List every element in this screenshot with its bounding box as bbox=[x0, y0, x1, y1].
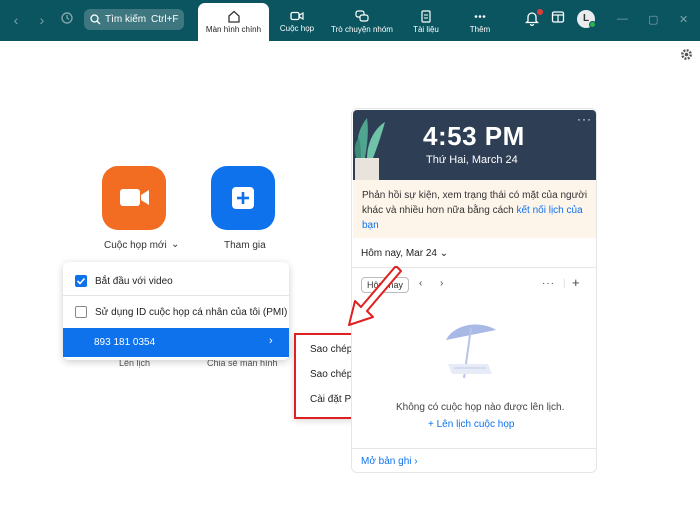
new-meeting-dropdown: Bắt đầu với video Sử dụng ID cuộc họp cá… bbox=[63, 262, 289, 360]
chevron-down-icon[interactable]: ⌄ bbox=[171, 239, 179, 250]
today-date-label[interactable]: Hôm nay, Mar 24 ⌄ bbox=[361, 248, 448, 259]
chevron-right-icon: › bbox=[414, 456, 418, 467]
search-icon bbox=[90, 14, 101, 25]
open-recordings-text: Mở bản ghi bbox=[361, 456, 412, 467]
schedule-meeting-text: Lên lịch cuộc họp bbox=[436, 419, 515, 430]
red-arrow-annotation-icon bbox=[348, 266, 402, 326]
tab-more-label: Thêm bbox=[469, 25, 491, 34]
empty-state-text: Không có cuộc họp nào được lên lịch. bbox=[396, 402, 565, 413]
tab-docs[interactable]: Tài liệu bbox=[405, 3, 447, 41]
pmi-number: 893 181 0354 bbox=[94, 337, 156, 348]
new-meeting-label: Cuộc họp mới bbox=[104, 240, 167, 251]
more-dots-icon[interactable]: ··· bbox=[542, 278, 555, 289]
calendar-notice: Phản hồi sự kiện, xem trạng thái có mặt … bbox=[353, 180, 596, 238]
presence-status-dot bbox=[589, 21, 596, 28]
schedule-meeting-link[interactable]: + Lên lịch cuộc họp bbox=[428, 419, 514, 430]
open-recordings-link[interactable]: Mở bản ghi › bbox=[361, 456, 418, 467]
more-dots-icon bbox=[474, 15, 486, 18]
tab-docs-label: Tài liệu bbox=[413, 25, 439, 34]
beach-umbrella-icon bbox=[446, 324, 496, 379]
chat-icon bbox=[355, 10, 369, 22]
start-with-video-label: Bắt đầu với video bbox=[95, 276, 173, 287]
pmi-item[interactable]: 893 181 0354 › bbox=[63, 328, 289, 357]
tab-team-chat[interactable]: Trò chuyện nhóm bbox=[327, 3, 397, 41]
tab-home-label: Màn hình chính bbox=[205, 25, 262, 34]
today-date-text: Hôm nay, Mar 24 bbox=[361, 248, 437, 259]
close-icon[interactable]: ✕ bbox=[679, 13, 688, 26]
join-button[interactable] bbox=[211, 166, 275, 230]
divider: | bbox=[563, 278, 566, 289]
checkbox-checked-icon[interactable] bbox=[75, 275, 87, 287]
search-box[interactable]: Tìm kiếm Ctrl+F bbox=[84, 9, 184, 30]
plus-icon[interactable]: + bbox=[572, 275, 580, 290]
search-shortcut: Ctrl+F bbox=[151, 14, 179, 25]
new-meeting-button[interactable] bbox=[102, 166, 166, 230]
more-dots-icon[interactable]: ··· bbox=[577, 112, 592, 126]
start-with-video-option[interactable]: Bắt đầu với video bbox=[63, 274, 289, 288]
tab-team-chat-label: Trò chuyện nhóm bbox=[331, 25, 393, 34]
divider bbox=[352, 448, 597, 449]
use-pmi-option[interactable]: Sử dụng ID cuộc họp cá nhân của tôi (PMI… bbox=[63, 305, 289, 319]
forward-arrow-icon[interactable]: › bbox=[33, 11, 51, 29]
document-icon bbox=[421, 10, 431, 23]
use-pmi-label: Sử dụng ID cuộc họp cá nhân của tôi (PMI… bbox=[95, 307, 288, 318]
plant-icon bbox=[354, 118, 385, 180]
clock-time: 4:53 PM bbox=[423, 121, 525, 151]
maximize-icon[interactable]: ▢ bbox=[648, 13, 658, 26]
clock-date: Thứ Hai, March 24 bbox=[426, 154, 518, 166]
search-label: Tìm kiếm bbox=[105, 14, 147, 25]
video-camera-icon bbox=[120, 189, 149, 206]
tab-more[interactable]: Thêm bbox=[460, 3, 500, 41]
home-icon bbox=[227, 10, 240, 23]
tab-meetings[interactable]: Cuộc họp bbox=[274, 3, 320, 41]
video-camera-icon bbox=[290, 11, 304, 21]
tab-meetings-label: Cuộc họp bbox=[279, 24, 315, 33]
chevron-left-icon[interactable]: ‹ bbox=[419, 278, 422, 289]
chevron-down-icon: ⌄ bbox=[439, 248, 449, 259]
history-icon[interactable] bbox=[58, 11, 76, 29]
minimize-icon[interactable]: — bbox=[617, 13, 628, 25]
checkbox-unchecked-icon[interactable] bbox=[75, 306, 87, 318]
divider bbox=[63, 295, 289, 296]
gear-icon[interactable] bbox=[680, 48, 693, 66]
back-arrow-icon[interactable]: ‹ bbox=[7, 11, 25, 29]
join-label: Tham gia bbox=[224, 240, 266, 251]
tab-home[interactable]: Màn hình chính bbox=[198, 3, 269, 41]
notification-badge bbox=[537, 9, 543, 15]
plus-icon bbox=[232, 187, 254, 209]
window-manager-icon[interactable] bbox=[551, 10, 565, 29]
chevron-right-icon[interactable]: › bbox=[440, 278, 443, 289]
plus-icon: + bbox=[428, 419, 434, 430]
chevron-right-icon: › bbox=[269, 335, 273, 347]
